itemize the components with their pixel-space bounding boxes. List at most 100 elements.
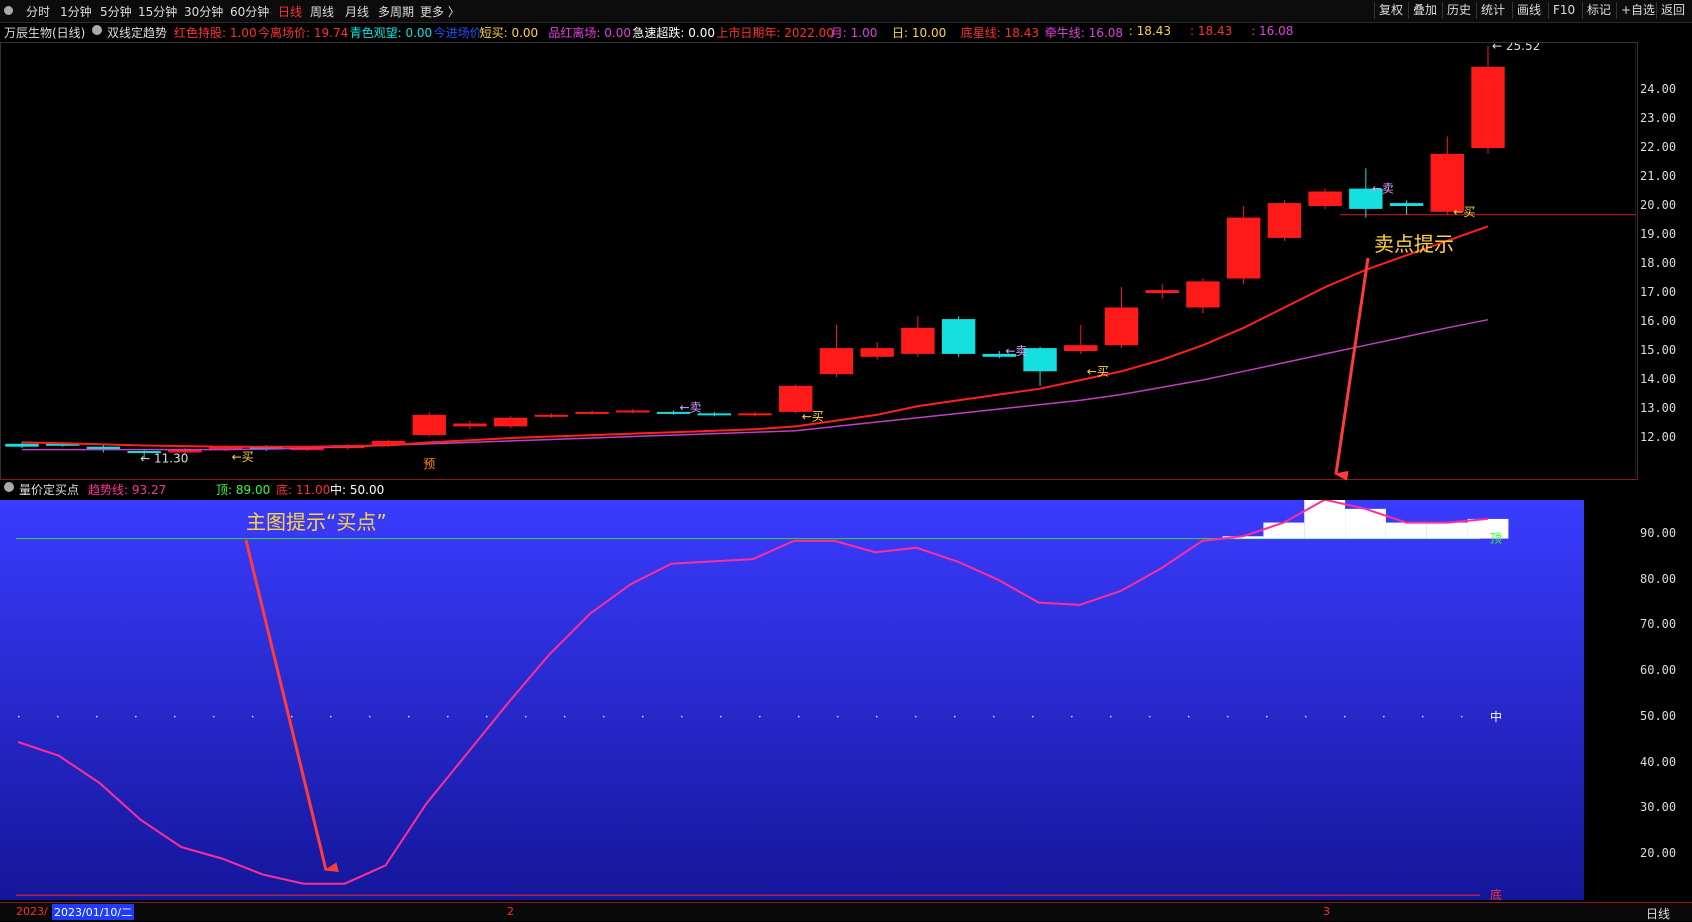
main-field-3: 今进场价: — [433, 26, 486, 40]
buy-hint-annotation: 主图提示“买点” — [246, 510, 387, 534]
main-chart-border — [0, 42, 1638, 480]
mid-dot — [1305, 715, 1307, 718]
mid-dot — [564, 715, 566, 718]
sell-hint-annotation: 卖点提示 — [1374, 232, 1454, 256]
mid-dot — [18, 715, 20, 718]
toolbar-button-7[interactable]: +自选 — [1616, 2, 1659, 19]
period-tab-7[interactable]: 周线 — [310, 3, 334, 20]
mid-dot — [1149, 715, 1151, 718]
overbought-fill-35 — [1426, 522, 1468, 539]
price-axis-label-12: 12.00 — [1640, 430, 1677, 444]
period-tab-1[interactable]: 1分钟 — [60, 3, 92, 20]
main-field-5: 品红离场: 0.00 — [548, 26, 631, 40]
mid-dot — [291, 715, 293, 718]
main-field-0: 红色持股: 1.00 — [174, 26, 257, 40]
mid-dot — [369, 715, 371, 718]
period-tab-5[interactable]: 60分钟 — [230, 3, 269, 20]
price-axis-label-8: 16.00 — [1640, 314, 1677, 328]
mid-dot — [96, 715, 98, 718]
lower-axis-label-3: 60.00 — [1640, 663, 1677, 678]
mid-dot — [915, 715, 917, 718]
mark-mid: 中 — [1490, 709, 1502, 724]
lower-axis-label-1: 80.00 — [1640, 571, 1677, 586]
lower-field-2: 底: 11.00 — [276, 483, 331, 497]
main-field-1: 今离场价: 19.74 — [258, 26, 349, 40]
date-cursor: 2023/01/10/二 — [52, 904, 135, 920]
menu-dot-icon[interactable] — [4, 6, 13, 15]
toolbar-button-0[interactable]: 复权 — [1374, 2, 1407, 19]
main-field-11: 牵牛线: 16.08 — [1044, 26, 1124, 40]
toolbar-button-8[interactable]: 返回 — [1656, 2, 1689, 19]
overbought-fill-34 — [1385, 522, 1427, 539]
mid-dot — [1071, 715, 1073, 718]
time-axis-bar: 2023/ 2023/01/10/二 2 3 日线 — [0, 902, 1692, 921]
main-field-2: 青色观望: 0.00 — [349, 26, 433, 40]
lower-axis-label-0: 90.00 — [1640, 526, 1677, 540]
date-left: 2023/ — [16, 905, 48, 918]
mid-dot — [1422, 715, 1424, 718]
mid-dot — [174, 715, 176, 718]
main-field-14: : 16.08 — [1251, 24, 1294, 38]
mid-dot — [486, 715, 488, 718]
lower-indicator-title[interactable]: 量价定买点 — [19, 481, 79, 498]
lower-axis-label-6: 30.00 — [1640, 800, 1677, 815]
toolbar-button-6[interactable]: 标记 — [1582, 2, 1615, 19]
lower-indicator-chart[interactable]: 顶中底 — [0, 500, 1636, 900]
main-field-7: 上市日期年: 2022.00 — [716, 26, 834, 40]
stock-title[interactable]: 万辰生物(日线) — [4, 24, 85, 41]
period-tab-4[interactable]: 30分钟 — [184, 3, 223, 20]
period-tab-6[interactable]: 日线 — [278, 3, 302, 20]
lower-axis-bg — [1584, 500, 1636, 900]
overbought-fill-36 — [1467, 518, 1509, 539]
overbought-fill-32 — [1304, 500, 1346, 539]
toolbar-button-3[interactable]: 统计 — [1476, 2, 1509, 19]
period-tab-0[interactable]: 分时 — [26, 3, 50, 20]
month-2-label: 2 — [507, 905, 514, 918]
period-tab-8[interactable]: 月线 — [345, 3, 369, 20]
lower-axis-label-2: 70.00 — [1640, 617, 1677, 632]
top-toolbar: 分时 1分钟 5分钟 15分钟 30分钟 60分钟 日线 周线 月线 多周期 更多 〉 复权 叠加 历史… — [0, 0, 1692, 23]
lower-indicator-info: 量价定买点 趋势线: 93.27 顶: 89.00 底: 11.00 中: 50.00 — [0, 480, 1636, 498]
period-tab-10[interactable]: 更多 〉 — [420, 3, 460, 20]
lower-field-1: 顶: 89.00 — [216, 483, 271, 497]
main-field-13: : 18.43 — [1190, 24, 1233, 38]
lower-axis-label-5: 40.00 — [1640, 754, 1677, 769]
mid-dot — [1188, 715, 1190, 718]
period-tab-2[interactable]: 5分钟 — [100, 3, 132, 20]
price-axis-label-7: 17.00 — [1640, 285, 1677, 299]
period-tab-9[interactable]: 多周期 — [378, 3, 414, 20]
toolbar-button-1[interactable]: 叠加 — [1408, 2, 1441, 19]
price-axis-label-3: 21.00 — [1640, 169, 1677, 183]
period-tab-3[interactable]: 15分钟 — [138, 3, 177, 20]
toolbar-button-2[interactable]: 历史 — [1442, 2, 1475, 19]
mid-dot — [837, 715, 839, 718]
main-field-9: 日: 10.00 — [892, 26, 947, 40]
mid-dot — [213, 715, 215, 718]
mid-dot — [135, 715, 137, 718]
mid-dot — [525, 715, 527, 718]
mark-top: 顶 — [1490, 532, 1502, 546]
price-axis-label-2: 22.00 — [1640, 140, 1677, 154]
period-label[interactable]: 日线 — [1646, 905, 1670, 922]
price-axis-label-0: 24.00 — [1640, 82, 1677, 96]
mid-dot — [954, 715, 956, 718]
overbought-fill-31 — [1263, 522, 1305, 539]
price-axis-label-5: 19.00 — [1640, 227, 1677, 241]
lower-axis-label-7: 20.00 — [1640, 846, 1677, 860]
toolbar-button-4[interactable]: 画线 — [1512, 2, 1545, 19]
price-axis-label-11: 13.00 — [1640, 401, 1677, 415]
price-axis-label-6: 18.00 — [1640, 256, 1677, 270]
mid-dot — [876, 715, 878, 718]
price-axis-label-9: 15.00 — [1640, 343, 1677, 357]
main-field-8: 月: 1.00 — [830, 26, 878, 40]
lower-field-0: 趋势线: 93.27 — [88, 483, 167, 497]
main-field-10: 底星线: 18.43 — [960, 26, 1040, 40]
price-axis-label-4: 20.00 — [1640, 198, 1677, 212]
main-field-12: : 18.43 — [1128, 24, 1172, 38]
lower-background — [0, 500, 1636, 900]
main-field-6: 急速超跌: 0.00 — [632, 26, 715, 40]
indicator-name[interactable]: 双线定趋势 — [107, 24, 167, 41]
toolbar-button-5[interactable]: F10 — [1548, 2, 1579, 19]
price-axis-label-10: 14.00 — [1640, 372, 1677, 386]
mid-dot — [1266, 715, 1268, 718]
